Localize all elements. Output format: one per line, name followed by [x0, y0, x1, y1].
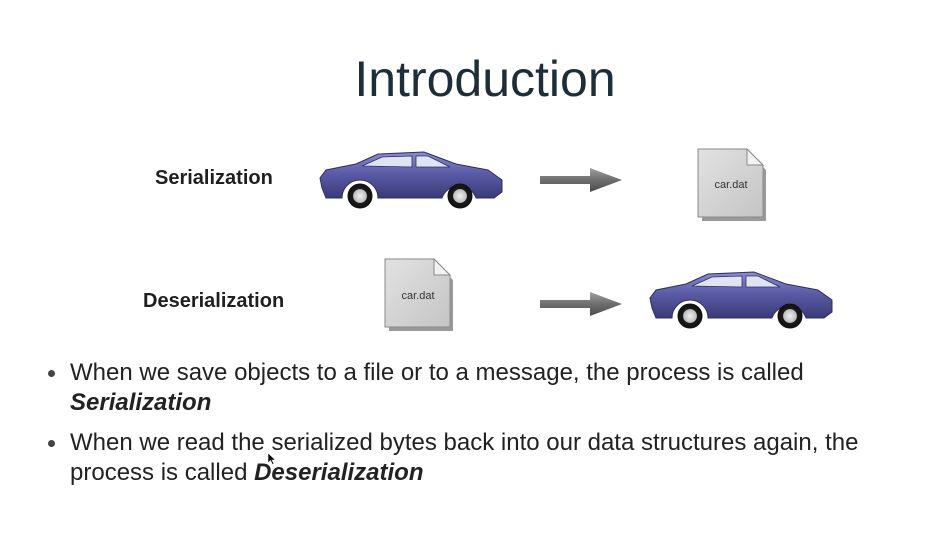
bullet-icon [48, 370, 55, 377]
bullet-item: When we read the serialized bytes back i… [46, 428, 926, 488]
bullet-emphasis: Deserialization [254, 459, 424, 486]
bullet-list: When we save objects to a file or to a m… [46, 358, 926, 498]
bullet-text: When we read the serialized bytes back i… [70, 429, 859, 486]
arrow-right-icon [540, 168, 622, 192]
deserialization-label: Deserialization [143, 290, 285, 312]
arrow-right-icon [540, 292, 622, 316]
bullet-text: When we save objects to a file or to a m… [70, 359, 804, 386]
serialization-label: Serialization [155, 167, 273, 189]
file-label: car.dat [401, 290, 435, 302]
bullet-icon [48, 440, 55, 447]
bullet-emphasis: Serialization [70, 389, 212, 416]
slide-title: Introduction [354, 51, 616, 107]
mouse-cursor-icon [268, 453, 276, 465]
bullet-item: When we save objects to a file or to a m… [46, 358, 926, 418]
car-icon [649, 271, 833, 329]
car-icon [319, 151, 503, 209]
file-label: car.dat [714, 179, 748, 191]
